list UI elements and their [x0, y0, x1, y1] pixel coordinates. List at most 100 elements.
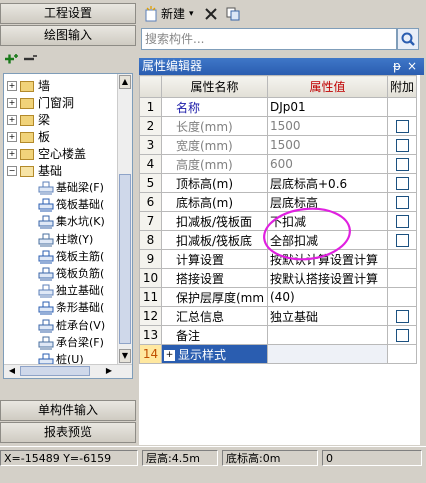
- pin-icon[interactable]: ᵽ: [391, 58, 403, 75]
- scroll-down-icon[interactable]: ▼: [119, 349, 131, 363]
- tree-item-label: 独立基础(: [56, 284, 105, 298]
- tree-item[interactable]: 独立基础(: [4, 283, 118, 299]
- copy-icon[interactable]: [225, 6, 241, 22]
- annotation-circle: [263, 207, 351, 261]
- tree-folder-label: 梁: [38, 113, 51, 127]
- header-property-value: 属性值: [267, 75, 388, 98]
- tree-item[interactable]: 基础梁(F): [4, 180, 118, 196]
- search-input[interactable]: 搜索构件...: [141, 28, 397, 50]
- expand-icon[interactable]: +: [7, 149, 17, 159]
- table-row[interactable]: 3 宽度(mm) 1500: [139, 135, 418, 155]
- row-number: 7: [139, 211, 162, 231]
- tree-folder[interactable]: + 板: [4, 129, 118, 145]
- tree-folder[interactable]: + 梁: [4, 112, 118, 128]
- nav-report-preview[interactable]: 报表预览: [0, 422, 136, 443]
- search-icon: [401, 32, 415, 46]
- remove-icon[interactable]: [22, 51, 38, 67]
- tree-item-label: 条形基础(: [56, 301, 105, 315]
- additional-checkbox[interactable]: [395, 120, 409, 133]
- tree-folder[interactable]: + 空心楼盖: [4, 146, 118, 162]
- table-row[interactable]: 12 汇总信息 独立基础: [139, 306, 418, 326]
- row-number: 1: [139, 97, 162, 117]
- tree-item[interactable]: 柱墩(Y): [4, 232, 118, 248]
- table-row[interactable]: 11 保护层厚度(mm (40): [139, 287, 418, 307]
- search-button[interactable]: [397, 28, 419, 50]
- table-row[interactable]: 14 + 显示样式: [139, 344, 418, 364]
- tree-item[interactable]: 集水坑(K): [4, 214, 118, 230]
- property-value[interactable]: 1500: [267, 135, 388, 155]
- property-value[interactable]: 1500: [267, 116, 388, 136]
- property-value[interactable]: 层底标高+0.6: [267, 173, 388, 193]
- tree-vertical-scrollbar[interactable]: ▲ ▼: [117, 74, 132, 378]
- scroll-right-icon[interactable]: ▶: [102, 365, 116, 377]
- expand-icon[interactable]: +: [7, 98, 17, 108]
- additional-checkbox[interactable]: [395, 329, 409, 342]
- additional-checkbox[interactable]: [395, 196, 409, 209]
- tree-item[interactable]: 筏板主筋(: [4, 249, 118, 265]
- property-value[interactable]: 独立基础: [267, 306, 388, 326]
- delete-icon[interactable]: [203, 6, 219, 22]
- tree-folder-label: 空心楼盖: [38, 147, 87, 161]
- add-icon[interactable]: [3, 51, 19, 67]
- tree-item-label: 集水坑(K): [56, 215, 105, 229]
- additional-checkbox[interactable]: [395, 139, 409, 152]
- additional-cell: [386, 173, 418, 193]
- property-name: 扣减板/筏板面: [161, 211, 268, 231]
- tree-folder[interactable]: + 墙: [4, 78, 118, 94]
- hscroll-thumb[interactable]: [20, 366, 90, 376]
- additional-checkbox[interactable]: [395, 215, 409, 228]
- additional-checkbox[interactable]: [395, 234, 409, 247]
- header-property-name: 属性名称: [161, 75, 268, 98]
- cap-beam-icon: [38, 336, 54, 350]
- table-row[interactable]: 2 长度(mm) 1500: [139, 116, 418, 136]
- tree-folder[interactable]: + 门窗洞: [4, 95, 118, 111]
- additional-cell: [386, 306, 418, 326]
- expand-icon[interactable]: +: [7, 132, 17, 142]
- expand-icon[interactable]: +: [7, 81, 17, 91]
- scroll-up-icon[interactable]: ▲: [119, 75, 131, 89]
- tree-horizontal-scrollbar[interactable]: ◀ ▶: [4, 364, 132, 378]
- tree-item[interactable]: 筏板基础(: [4, 197, 118, 213]
- property-value[interactable]: 按默认搭接设置计算: [267, 268, 388, 288]
- tree-item-label: 筏板负筋(: [56, 267, 105, 280]
- property-value[interactable]: 600: [267, 154, 388, 174]
- table-row[interactable]: 5 顶标高(m) 层底标高+0.6: [139, 173, 418, 193]
- property-value[interactable]: [267, 344, 388, 364]
- property-value[interactable]: DJp01: [267, 97, 388, 117]
- property-value[interactable]: [267, 325, 388, 345]
- nav-drawing-input[interactable]: 绘图输入: [0, 25, 136, 46]
- additional-cell: [386, 287, 418, 307]
- row-number: 11: [139, 287, 162, 307]
- table-row[interactable]: 1 名称 DJp01: [139, 97, 418, 117]
- status-coords: X=-15489 Y=-6159: [0, 450, 138, 466]
- expand-icon[interactable]: +: [7, 115, 17, 125]
- tree-item[interactable]: 条形基础(: [4, 300, 118, 316]
- additional-cell: [386, 116, 418, 136]
- row-number: 14: [139, 344, 162, 364]
- additional-checkbox[interactable]: [395, 177, 409, 190]
- nav-single-component-input[interactable]: 单构件输入: [0, 400, 136, 421]
- table-row[interactable]: 13 备注: [139, 325, 418, 345]
- new-icon[interactable]: [143, 6, 159, 22]
- property-name: 计算设置: [161, 249, 268, 269]
- new-button[interactable]: 新建: [161, 6, 185, 22]
- table-row[interactable]: 4 高度(mm) 600: [139, 154, 418, 174]
- tree-item[interactable]: 筏板负筋(: [4, 266, 118, 282]
- tree-item[interactable]: 承台梁(F): [4, 335, 118, 351]
- additional-checkbox[interactable]: [395, 158, 409, 171]
- expand-icon[interactable]: +: [164, 349, 175, 361]
- close-icon[interactable]: ×: [406, 58, 418, 75]
- scroll-thumb[interactable]: [119, 174, 131, 344]
- tree-folder[interactable]: − 基础: [4, 163, 118, 179]
- raft-main-rebar-icon: [38, 250, 54, 264]
- table-row[interactable]: 10 搭接设置 按默认搭接设置计算: [139, 268, 418, 288]
- additional-checkbox[interactable]: [395, 310, 409, 323]
- collapse-icon[interactable]: −: [7, 166, 17, 176]
- scroll-left-icon[interactable]: ◀: [5, 365, 19, 377]
- nav-project-settings[interactable]: 工程设置: [0, 3, 136, 24]
- property-name: 备注: [161, 325, 268, 345]
- tree-item[interactable]: 桩承台(V): [4, 318, 118, 334]
- new-dropdown-chevron-icon[interactable]: ▾: [189, 6, 194, 22]
- tree-folder-label: 板: [38, 130, 51, 144]
- property-value[interactable]: (40): [267, 287, 388, 307]
